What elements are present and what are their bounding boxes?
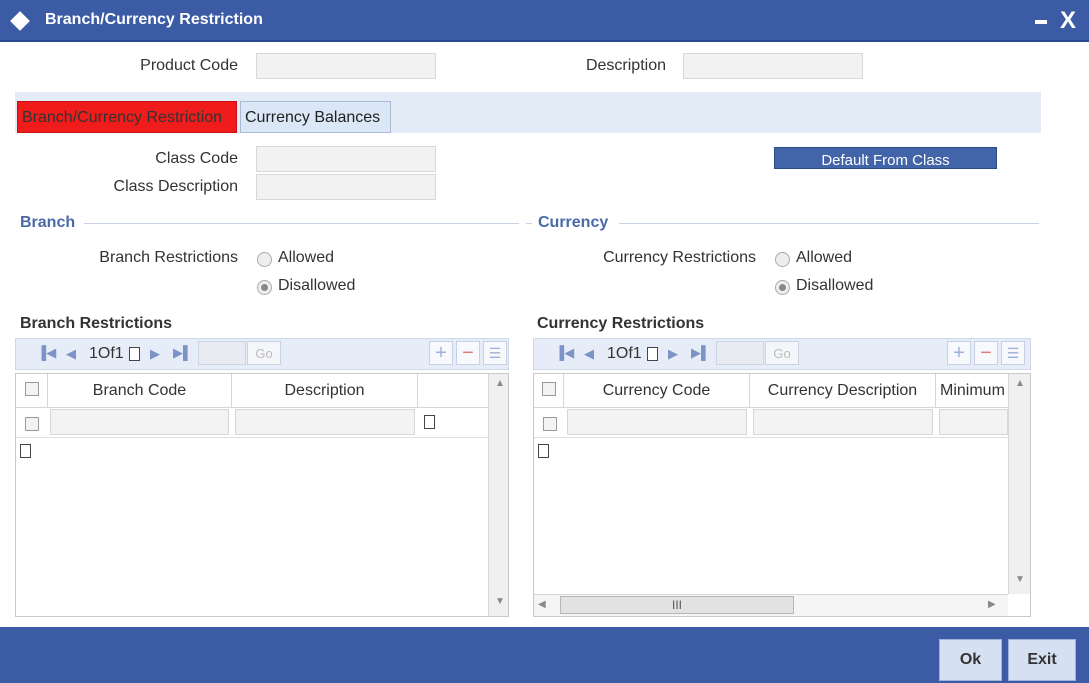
first-page-icon[interactable]: ▐◀ — [555, 345, 574, 361]
branch-page-input[interactable] — [198, 341, 246, 365]
currency-row-checkbox[interactable] — [543, 417, 557, 431]
minimize-icon[interactable] — [1035, 20, 1047, 24]
scroll-left-icon[interactable]: ◀ — [538, 599, 546, 610]
scroll-up-icon[interactable]: ▲ — [489, 378, 508, 389]
currency-allowed-radio[interactable] — [775, 252, 790, 267]
branch-row-checkbox[interactable] — [25, 417, 39, 431]
branch-disallowed-label: Disallowed — [278, 277, 356, 294]
currency-section-divider — [619, 223, 1039, 224]
class-code-field[interactable] — [256, 146, 436, 172]
branch-grid-title: Branch Restrictions — [20, 315, 173, 332]
window-title: Branch/Currency Restriction — [45, 11, 263, 28]
class-description-field[interactable] — [256, 174, 436, 200]
class-description-label: Class Description — [113, 178, 238, 195]
branch-vertical-scrollbar[interactable]: ▲ ▼ — [488, 374, 508, 616]
minimum-cell[interactable] — [939, 409, 1008, 435]
branch-code-column-header[interactable]: Branch Code — [48, 374, 232, 408]
branch-code-cell[interactable] — [50, 409, 229, 435]
branch-go-button[interactable]: Go — [247, 341, 281, 365]
currency-pager-text: 1Of1 — [607, 345, 642, 362]
currency-grid-title: Currency Restrictions — [537, 315, 705, 332]
description-field[interactable] — [683, 53, 863, 79]
horizontal-scroll-thumb[interactable]: III — [560, 596, 794, 614]
branch-select-all-cell — [16, 374, 48, 408]
currency-add-row-icon[interactable]: + — [947, 341, 971, 365]
tab-currency-balances[interactable]: Currency Balances — [240, 101, 391, 133]
currency-go-button[interactable]: Go — [765, 341, 799, 365]
branch-empty-row-glyph — [20, 444, 31, 458]
branch-restrictions-label: Branch Restrictions — [99, 249, 238, 266]
tab-branch-currency-restriction[interactable]: Branch/Currency Restriction — [17, 101, 237, 133]
currency-page-input[interactable] — [716, 341, 764, 365]
branch-allowed-radio[interactable] — [257, 252, 272, 267]
product-code-field[interactable] — [256, 53, 436, 79]
currency-disallowed-label: Disallowed — [796, 277, 874, 294]
exit-button[interactable]: Exit — [1008, 639, 1076, 681]
footer-bar — [0, 627, 1089, 683]
branch-add-row-icon[interactable]: + — [429, 341, 453, 365]
table-row — [16, 408, 488, 438]
description-label: Description — [585, 57, 666, 74]
currency-pager-box — [647, 347, 658, 361]
currency-section-divider-left — [526, 223, 532, 224]
currency-disallowed-radio[interactable] — [775, 280, 790, 295]
currency-grid-header: Currency Code Currency Description Minim… — [534, 374, 1008, 408]
minimum-column-header[interactable]: Minimum — [936, 374, 1008, 408]
branch-description-cell[interactable] — [235, 409, 415, 435]
default-from-class-button[interactable]: Default From Class — [774, 147, 997, 169]
ok-button[interactable]: Ok — [939, 639, 1002, 681]
scroll-up-icon[interactable]: ▲ — [1009, 378, 1030, 389]
currency-description-column-header[interactable]: Currency Description — [750, 374, 936, 408]
branch-allowed-label: Allowed — [278, 249, 335, 266]
currency-allowed-label: Allowed — [796, 249, 853, 266]
branch-disallowed-radio[interactable] — [257, 280, 272, 295]
currency-horizontal-scrollbar[interactable]: ◀ III ▶ — [534, 594, 1008, 616]
last-page-icon[interactable]: ▶▌ — [691, 345, 710, 361]
first-page-icon[interactable]: ▐◀ — [37, 345, 56, 361]
next-page-icon[interactable]: ▶ — [668, 346, 678, 362]
currency-code-cell[interactable] — [567, 409, 747, 435]
branch-section-title: Branch — [20, 214, 76, 231]
branch-pager-box — [129, 347, 140, 361]
currency-grid: Currency Code Currency Description Minim… — [533, 373, 1031, 617]
currency-single-view-icon[interactable]: ☰ — [1001, 341, 1025, 365]
class-code-label: Class Code — [155, 150, 238, 167]
branch-select-all-checkbox[interactable] — [25, 382, 39, 396]
currency-restrictions-label: Currency Restrictions — [603, 249, 756, 266]
product-code-label: Product Code — [140, 57, 238, 74]
currency-section-title: Currency — [538, 214, 609, 231]
next-page-icon[interactable]: ▶ — [150, 346, 160, 362]
branch-section-divider — [84, 223, 519, 224]
branch-single-view-icon[interactable]: ☰ — [483, 341, 507, 365]
last-page-icon[interactable]: ▶▌ — [173, 345, 192, 361]
scroll-down-icon[interactable]: ▼ — [489, 596, 508, 607]
currency-select-all-checkbox[interactable] — [542, 382, 556, 396]
branch-grid: Branch Code Description ▲ ▼ — [15, 373, 509, 617]
scroll-down-icon[interactable]: ▼ — [1009, 574, 1030, 585]
currency-vertical-scrollbar[interactable]: ▲ ▼ — [1008, 374, 1030, 594]
currency-empty-row-glyph — [538, 444, 549, 458]
close-icon[interactable]: X — [1060, 8, 1076, 34]
currency-select-all-cell — [534, 374, 564, 408]
currency-code-column-header[interactable]: Currency Code — [564, 374, 750, 408]
branch-row-glyph — [424, 415, 435, 429]
branch-description-column-header[interactable]: Description — [232, 374, 418, 408]
currency-description-cell[interactable] — [753, 409, 933, 435]
scroll-right-icon[interactable]: ▶ — [988, 599, 996, 610]
branch-grid-header: Branch Code Description — [16, 374, 488, 408]
table-row — [534, 408, 1008, 438]
branch-delete-row-icon[interactable]: − — [456, 341, 480, 365]
previous-page-icon[interactable]: ◀ — [584, 346, 594, 362]
branch-pager-text: 1Of1 — [89, 345, 124, 362]
currency-delete-row-icon[interactable]: − — [974, 341, 998, 365]
previous-page-icon[interactable]: ◀ — [66, 346, 76, 362]
